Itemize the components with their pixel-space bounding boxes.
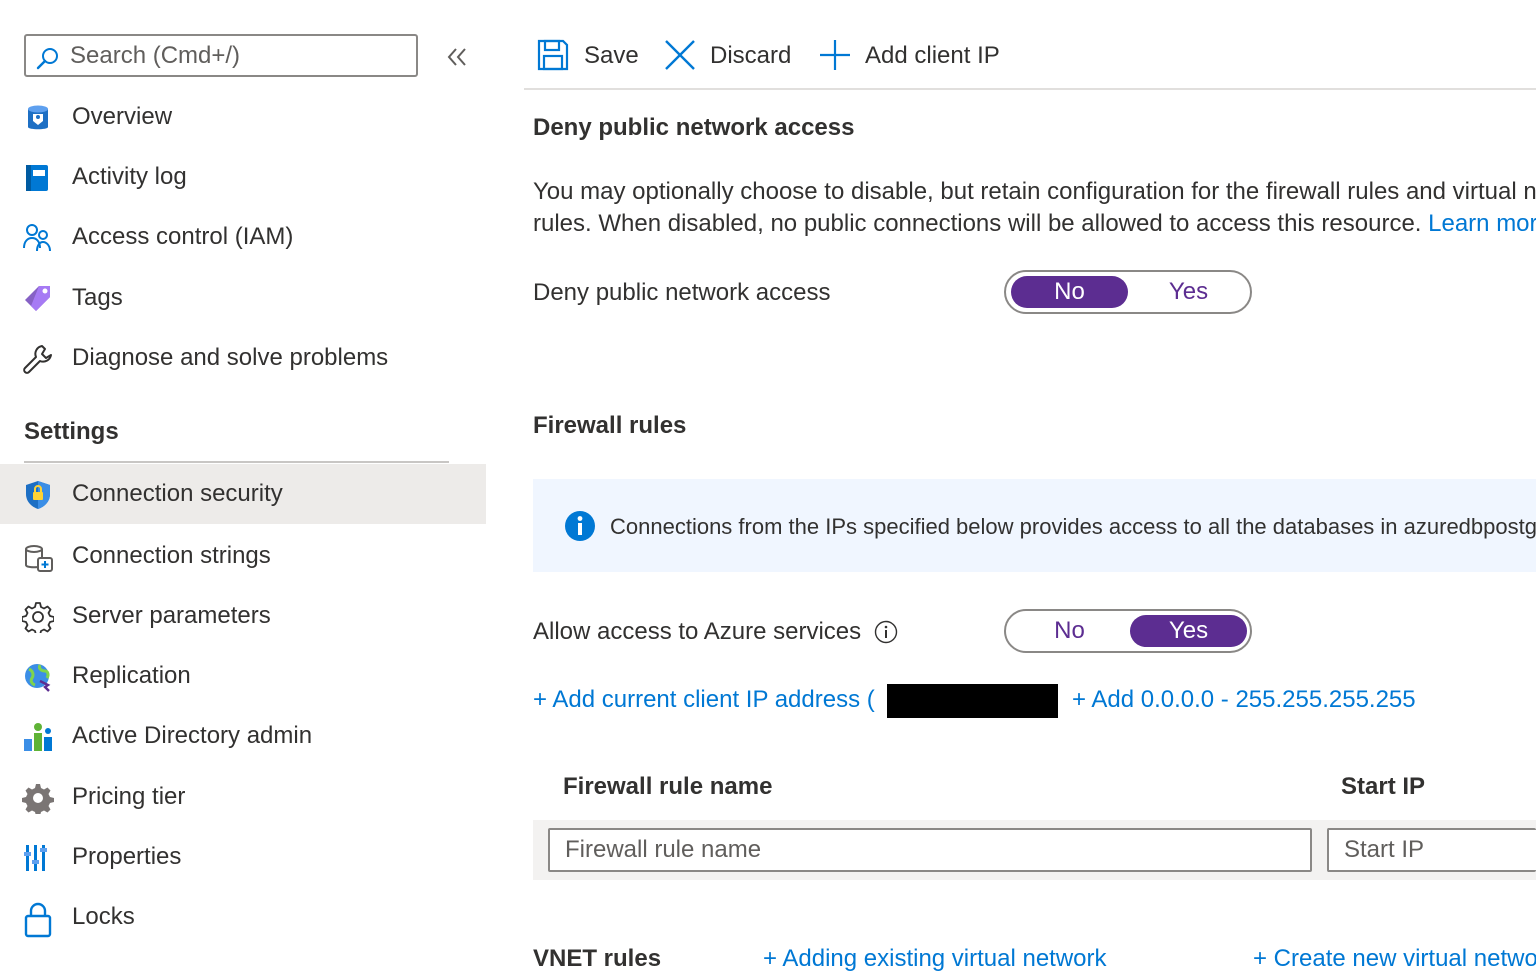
deny-description: You may optionally choose to disable, bu…	[533, 176, 1536, 240]
toggle-option-yes[interactable]: Yes	[1130, 276, 1247, 308]
deny-public-access-toggle[interactable]: No Yes	[1004, 270, 1252, 314]
sidebar-item-label: Diagnose and solve problems	[72, 344, 389, 371]
sidebar-item-label: Replication	[72, 662, 191, 689]
toggle-option-no[interactable]: No	[1011, 615, 1128, 647]
sidebar-item-label: Connection security	[72, 480, 283, 507]
info-tooltip-icon[interactable]	[874, 620, 898, 644]
add-client-ip-button[interactable]: Add client IP	[818, 36, 1008, 76]
sidebar-item-properties[interactable]: Properties	[0, 827, 486, 887]
sidebar-item-label: Server parameters	[72, 602, 271, 629]
learn-more-link[interactable]: Learn more	[1428, 210, 1536, 237]
add-existing-vnet-link[interactable]: + Adding existing virtual network	[763, 945, 1107, 973]
globe-icon	[22, 661, 54, 693]
firewall-section-title: Firewall rules	[533, 412, 687, 439]
sidebar-item-connection-strings[interactable]: Connection strings	[0, 526, 486, 586]
sidebar-item-label: Pricing tier	[72, 783, 186, 810]
info-banner-text: Connections from the IPs specified below…	[610, 514, 1536, 539]
lock-icon	[22, 902, 54, 938]
toggle-option-yes[interactable]: Yes	[1130, 615, 1247, 647]
connection-strings-icon	[22, 541, 54, 573]
sidebar-item-replication[interactable]: Replication	[0, 646, 486, 706]
sidebar-item-overview[interactable]: Overview	[0, 87, 486, 147]
close-icon	[663, 38, 697, 72]
sidebar-item-label: Active Directory admin	[72, 722, 313, 749]
save-button[interactable]: Save	[536, 36, 639, 76]
sidebar-item-label: Tags	[72, 284, 123, 311]
redacted-ip-block	[887, 684, 1058, 718]
tag-icon	[22, 283, 54, 315]
save-icon	[536, 38, 570, 72]
sidebar-item-activity-log[interactable]: Activity log	[0, 147, 486, 207]
discard-button[interactable]: Discard	[663, 36, 793, 76]
column-header-start-ip: Start IP	[1341, 773, 1426, 800]
vnet-section-title: VNET rules	[533, 945, 662, 972]
sidebar-item-access-control[interactable]: Access control (IAM)	[0, 207, 486, 267]
toolbar-divider	[524, 88, 1536, 90]
sidebar-item-tags[interactable]: Tags	[0, 268, 486, 328]
collapse-sidebar-icon[interactable]	[444, 44, 470, 70]
shield-icon	[22, 479, 54, 511]
sidebar-item-label: Connection strings	[72, 542, 271, 569]
deny-description-text: You may optionally choose to disable, bu…	[533, 178, 1536, 237]
plus-icon	[818, 38, 852, 72]
save-label: Save	[584, 42, 639, 69]
sidebar-item-label: Access control (IAM)	[72, 223, 294, 250]
start-ip-input[interactable]	[1327, 828, 1536, 872]
sidebar-item-label: Overview	[72, 103, 173, 130]
settings-section-title: Settings	[24, 418, 119, 445]
gear-icon	[22, 601, 54, 633]
sidebar-item-diagnose[interactable]: Diagnose and solve problems	[0, 328, 486, 388]
add-full-range-link[interactable]: + Add 0.0.0.0 - 255.255.255.255	[1072, 686, 1416, 714]
wrench-icon	[22, 343, 54, 375]
toggle-option-no[interactable]: No	[1011, 276, 1128, 308]
firewall-info-banner: Connections from the IPs specified below…	[533, 479, 1536, 572]
discard-label: Discard	[710, 42, 792, 69]
deny-field-label: Deny public network access	[533, 279, 831, 306]
pricing-gear-icon	[22, 782, 54, 814]
azure-services-label: Allow access to Azure services	[533, 618, 862, 645]
sidebar-item-server-parameters[interactable]: Server parameters	[0, 586, 486, 646]
sidebar-item-label: Locks	[72, 903, 135, 930]
azure-services-toggle[interactable]: No Yes	[1004, 609, 1252, 653]
sidebar-item-locks[interactable]: Locks	[0, 887, 486, 947]
activity-log-icon	[22, 162, 54, 194]
database-icon	[22, 102, 54, 134]
add-current-client-ip-link[interactable]: + Add current client IP address (	[533, 686, 875, 714]
people-icon	[22, 222, 54, 254]
deny-section-title: Deny public network access	[533, 114, 855, 141]
search-input[interactable]	[70, 40, 400, 72]
properties-icon	[22, 842, 54, 874]
sidebar-item-active-directory-admin[interactable]: Active Directory admin	[0, 706, 486, 766]
settings-divider	[24, 461, 449, 463]
sidebar-item-label: Properties	[72, 843, 182, 870]
firewall-rule-name-input[interactable]	[548, 828, 1312, 872]
search-box[interactable]	[24, 34, 418, 77]
sidebar-item-label: Activity log	[72, 163, 187, 190]
column-header-rule-name: Firewall rule name	[563, 773, 773, 800]
search-icon	[36, 47, 60, 71]
add-client-ip-label: Add client IP	[865, 42, 1000, 69]
directory-icon	[22, 721, 54, 753]
sidebar-item-connection-security[interactable]: Connection security	[0, 464, 486, 524]
sidebar-item-pricing-tier[interactable]: Pricing tier	[0, 767, 486, 827]
info-icon	[564, 510, 596, 542]
create-new-vnet-link[interactable]: + Create new virtual network	[1253, 945, 1536, 973]
